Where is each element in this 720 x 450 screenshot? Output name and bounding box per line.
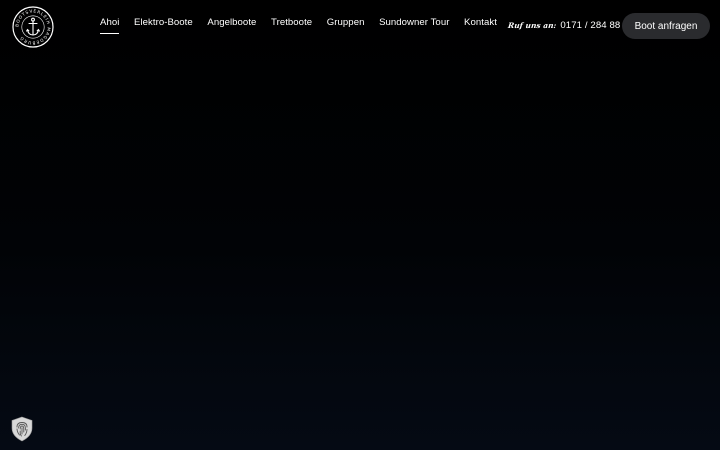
nav-item-tretboote[interactable]: Tretboote xyxy=(271,17,312,34)
logo[interactable]: BOOTSVERLEIH MAGDEBURG xyxy=(12,6,54,48)
phone-contact[interactable]: Ruf uns an: 0171 / 284 88 33 xyxy=(508,20,634,31)
nav-item-sundowner-tour[interactable]: Sundowner Tour xyxy=(379,17,449,34)
privacy-settings-button[interactable] xyxy=(10,416,34,442)
nav-item-gruppen[interactable]: Gruppen xyxy=(327,17,365,34)
fingerprint-shield-icon xyxy=(11,416,33,442)
main-nav: Ahoi Elektro-Boote Angelboote Tretboote … xyxy=(100,17,512,35)
anchor-icon: BOOTSVERLEIH MAGDEBURG xyxy=(12,6,54,48)
site-header: BOOTSVERLEIH MAGDEBURG Ahoi Elektro-Boot… xyxy=(0,0,720,52)
nav-item-elektro-boote[interactable]: Elektro-Boote xyxy=(134,17,193,34)
nav-item-angelboote[interactable]: Angelboote xyxy=(207,17,256,34)
nav-item-kontakt[interactable]: Kontakt xyxy=(464,17,497,34)
phone-label: Ruf uns an: xyxy=(507,21,557,30)
request-boat-button[interactable]: Boot anfragen xyxy=(622,13,710,39)
nav-item-ahoi[interactable]: Ahoi xyxy=(100,17,120,35)
